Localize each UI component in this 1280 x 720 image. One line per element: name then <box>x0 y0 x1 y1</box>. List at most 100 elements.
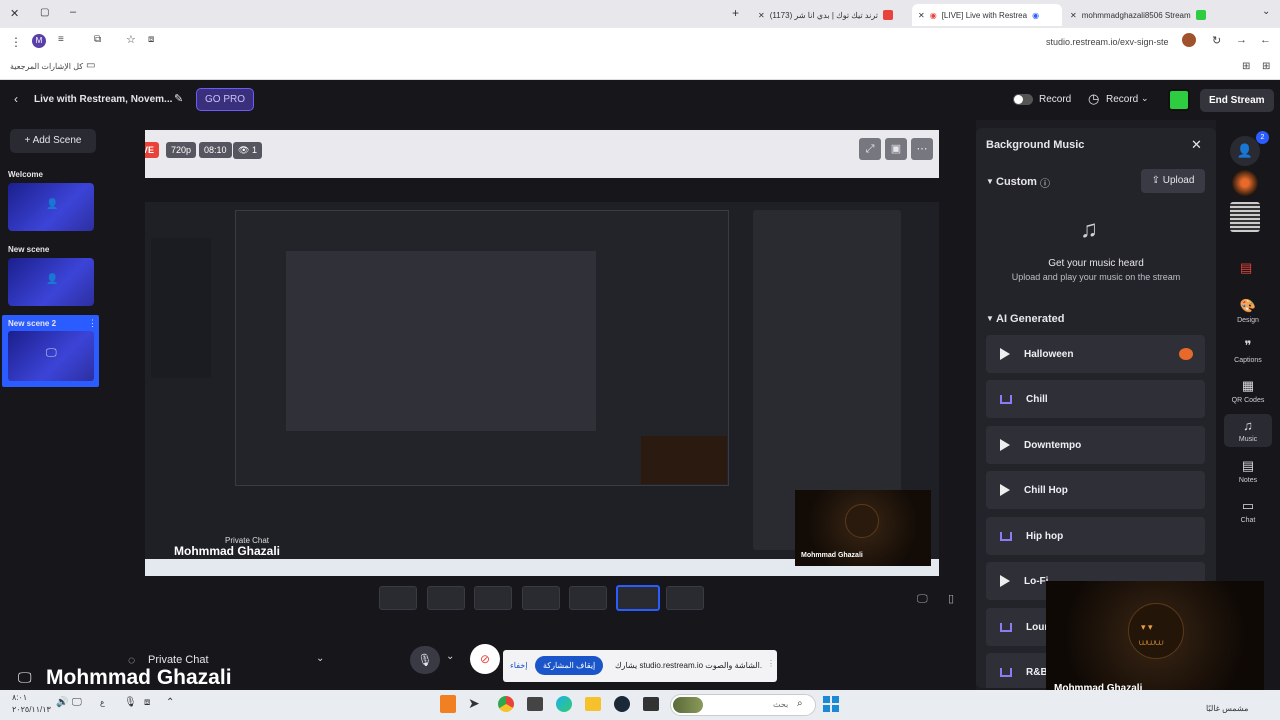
layout-option-6-selected[interactable] <box>616 585 660 611</box>
guest-avatar-pumpkin[interactable] <box>1232 170 1258 196</box>
rail-notes[interactable]: ▤ Notes <box>1224 458 1272 484</box>
layout-option-5[interactable] <box>569 586 607 610</box>
chevron-down-icon[interactable]: ⌄ <box>1141 93 1149 104</box>
hide-share-link[interactable]: إخفاء <box>510 661 527 670</box>
app-edge-icon[interactable] <box>556 696 572 712</box>
app-cursor-icon[interactable]: ➤ <box>468 695 480 712</box>
weather-text[interactable]: مشمس غالبًا <box>1206 704 1248 713</box>
minimize-window-icon[interactable]: – <box>70 6 76 18</box>
invite-guest-button[interactable]: 👤 <box>1230 136 1260 166</box>
app-terminal-icon[interactable] <box>527 697 543 711</box>
scene-item-selected[interactable]: New scene 2 ⋮ 🖵 <box>2 315 99 387</box>
app-vlc-icon[interactable] <box>440 695 456 713</box>
scene-more-icon[interactable]: ⋮ <box>88 318 97 329</box>
play-icon[interactable] <box>1000 439 1010 451</box>
track-downtempo[interactable]: Downtempo <box>986 426 1205 464</box>
clock-time[interactable]: ٨:٠١ <box>12 693 27 702</box>
app-explorer-icon[interactable] <box>585 697 601 711</box>
layout-option-3[interactable] <box>474 586 512 610</box>
edit-title-icon[interactable]: ✎ <box>174 92 183 105</box>
upload-button[interactable]: ⇪ Upload <box>1141 169 1205 193</box>
play-icon[interactable] <box>1000 348 1010 360</box>
live-canvas[interactable]: LIVE 720p 08:10 👁 1 ⤢ ▣ ⋯ Private Chat M… <box>145 130 939 576</box>
brand-folder-icon[interactable]: ▤ <box>1240 260 1252 276</box>
screen-share-icon[interactable]: ⧈ <box>148 34 154 45</box>
track-halloween[interactable]: Halloween <box>986 335 1205 373</box>
go-pro-button[interactable]: GO PRO <box>196 88 255 111</box>
tab-stream[interactable]: ✕ mohmmadghazali8506 Stream <box>1064 4 1230 26</box>
media-control-icon[interactable]: ≡ <box>58 34 64 45</box>
info-icon[interactable]: ⓘ <box>1040 175 1050 190</box>
extensions-icon[interactable]: ⧉ <box>94 34 101 45</box>
track-hip-hop[interactable]: Hip hop <box>986 517 1205 555</box>
add-scene-button[interactable]: + Add Scene <box>10 129 96 153</box>
tab-close-icon[interactable]: ✕ <box>1070 11 1077 20</box>
windows-start-icon[interactable] <box>823 696 839 712</box>
tab-search-icon[interactable]: ⌄ <box>1262 6 1270 17</box>
app-steam-icon[interactable] <box>614 696 630 712</box>
scene-thumb-welcome[interactable]: 👤 <box>8 183 94 231</box>
guest-avatar-screen[interactable] <box>1230 202 1260 232</box>
close-panel-icon[interactable]: ✕ <box>1191 137 1202 153</box>
display-icon[interactable]: 🖵 <box>72 697 82 708</box>
mobile-view-icon[interactable]: ▯ <box>948 592 954 605</box>
tab-youtube[interactable]: ✕ (1173) ترند تيك توك | بدي انا شر <box>752 4 908 26</box>
rail-captions[interactable]: ❞ Captions <box>1224 338 1272 364</box>
taskbar-search-box[interactable]: بحث ⌕ <box>670 694 816 716</box>
new-tab-icon[interactable]: + <box>732 6 739 20</box>
ai-collapse-icon[interactable]: ▼ <box>986 314 994 323</box>
layout-icon[interactable]: ▣ <box>885 138 907 160</box>
reload-icon[interactable]: ↻ <box>1212 34 1221 47</box>
mic-button[interactable]: 🎙 <box>410 646 440 674</box>
volume-icon[interactable]: 🔊 <box>56 697 68 708</box>
track-chill[interactable]: Chill <box>986 380 1205 418</box>
scene-thumb-new[interactable]: 👤 <box>8 258 94 306</box>
close-window-icon[interactable]: ✕ <box>10 7 19 20</box>
app-media-icon[interactable] <box>643 697 659 711</box>
custom-collapse-icon[interactable]: ▼ <box>986 177 994 186</box>
tray-share-icon[interactable]: ⧈ <box>144 697 150 708</box>
brand-logo-icon[interactable] <box>1168 89 1190 111</box>
forward-icon[interactable]: → <box>1236 34 1247 46</box>
restore-window-icon[interactable]: ▢ <box>40 7 49 18</box>
more-options-icon[interactable]: ⋯ <box>911 138 933 160</box>
private-chat-selector[interactable]: Private Chat <box>148 654 209 666</box>
screen-view-icon[interactable]: 🖵 <box>917 593 928 606</box>
back-chevron-icon[interactable]: ‹ <box>14 92 18 106</box>
tab-close-icon[interactable]: ✕ <box>918 11 925 20</box>
apps-grid-icon[interactable]: ⊞ <box>1242 61 1250 72</box>
taskbar-mic-icon[interactable]: 🎙 <box>124 697 137 708</box>
language-icon[interactable]: ع <box>100 698 105 707</box>
stream-title[interactable]: Live with Restream, Novem... <box>34 94 172 105</box>
rail-chat[interactable]: ▭ Chat <box>1224 498 1272 524</box>
tab-close-icon[interactable]: ✕ <box>758 11 765 20</box>
track-chill-hop[interactable]: Chill Hop <box>986 471 1205 509</box>
bookmark-star-icon[interactable]: ☆ <box>126 33 136 46</box>
ai-section-label[interactable]: AI Generated <box>996 313 1064 325</box>
drag-handle-icon[interactable]: ⋮ <box>767 659 775 668</box>
bookmarks-folder-label[interactable]: كل الإشارات المرجعية <box>10 62 83 71</box>
tab-live[interactable]: ✕ ◉ [LIVE] Live with Restrea ◉ <box>912 4 1062 26</box>
layout-option-4[interactable] <box>522 586 560 610</box>
sidebar-grid-icon[interactable]: ⊞ <box>1262 61 1270 72</box>
layout-option-2[interactable] <box>427 586 465 610</box>
profile-avatar[interactable]: M <box>32 34 46 48</box>
end-stream-button[interactable]: End Stream <box>1200 89 1274 112</box>
record-dropdown[interactable]: Record <box>1106 94 1138 105</box>
fullscreen-icon[interactable]: ⤢ <box>859 138 881 160</box>
private-chat-chevron-icon[interactable]: ⌄ <box>316 653 324 664</box>
rail-qr-codes[interactable]: ▦ QR Codes <box>1224 378 1272 404</box>
camera-off-button[interactable]: ⊘ <box>470 644 500 674</box>
record-toggle[interactable] <box>1013 94 1033 105</box>
stop-sharing-button[interactable]: إيقاف المشاركة <box>535 656 604 675</box>
scene-thumb-new-2[interactable]: 🖵 <box>8 331 94 381</box>
play-icon[interactable] <box>1000 484 1010 496</box>
mic-chevron-icon[interactable]: ⌄ <box>446 651 454 662</box>
back-icon[interactable]: ← <box>1260 34 1271 46</box>
clock-date[interactable]: ٢٠٢٥/١١/١٣ <box>12 705 51 714</box>
menu-icon[interactable]: ⋮ <box>10 35 22 49</box>
rail-design[interactable]: 🎨 Design <box>1224 298 1272 324</box>
layout-option-7[interactable] <box>666 586 704 610</box>
tray-chevron-icon[interactable]: ⌃ <box>166 697 174 708</box>
custom-section-label[interactable]: Custom <box>996 176 1037 188</box>
